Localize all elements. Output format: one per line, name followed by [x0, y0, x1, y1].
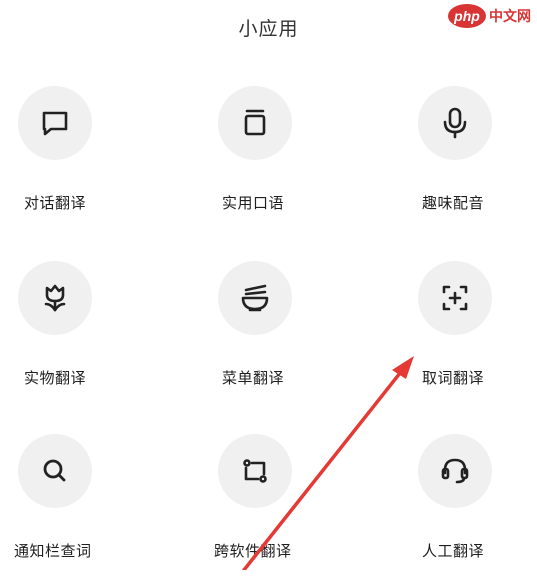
app-fun-dubbing[interactable]: 趣味配音	[400, 80, 537, 230]
app-label: 通知栏查词	[14, 542, 92, 560]
watermark-logo: php	[448, 4, 486, 28]
clipboard-icon	[218, 86, 292, 160]
microphone-icon	[418, 86, 492, 160]
app-cross-software-translation[interactable]: 跨软件翻译	[200, 428, 350, 578]
app-label: 对话翻译	[24, 194, 87, 212]
app-label: 菜单翻译	[222, 369, 285, 387]
app-label: 趣味配音	[422, 194, 485, 212]
site-watermark: php 中文网	[448, 4, 531, 28]
app-notification-lookup[interactable]: 通知栏查词	[0, 428, 150, 578]
headset-icon	[418, 434, 492, 508]
app-word-pick-translation[interactable]: 取词翻译	[400, 255, 537, 405]
app-label: 实用口语	[222, 194, 285, 212]
search-icon	[18, 434, 92, 508]
app-label: 跨软件翻译	[214, 542, 292, 560]
app-label: 人工翻译	[422, 542, 485, 560]
app-practical-spoken[interactable]: 实用口语	[200, 80, 350, 230]
scan-plus-icon	[418, 261, 492, 335]
cross-app-icon	[218, 434, 292, 508]
chat-bubble-icon	[18, 86, 92, 160]
noodle-bowl-icon	[218, 261, 292, 335]
watermark-text: 中文网	[489, 9, 531, 25]
app-label: 取词翻译	[422, 369, 485, 387]
app-dialogue-translation[interactable]: 对话翻译	[0, 80, 150, 230]
tulip-icon	[18, 261, 92, 335]
app-human-translation[interactable]: 人工翻译	[400, 428, 537, 578]
app-label: 实物翻译	[24, 369, 87, 387]
app-menu-translation[interactable]: 菜单翻译	[200, 255, 350, 405]
app-object-translation[interactable]: 实物翻译	[0, 255, 150, 405]
